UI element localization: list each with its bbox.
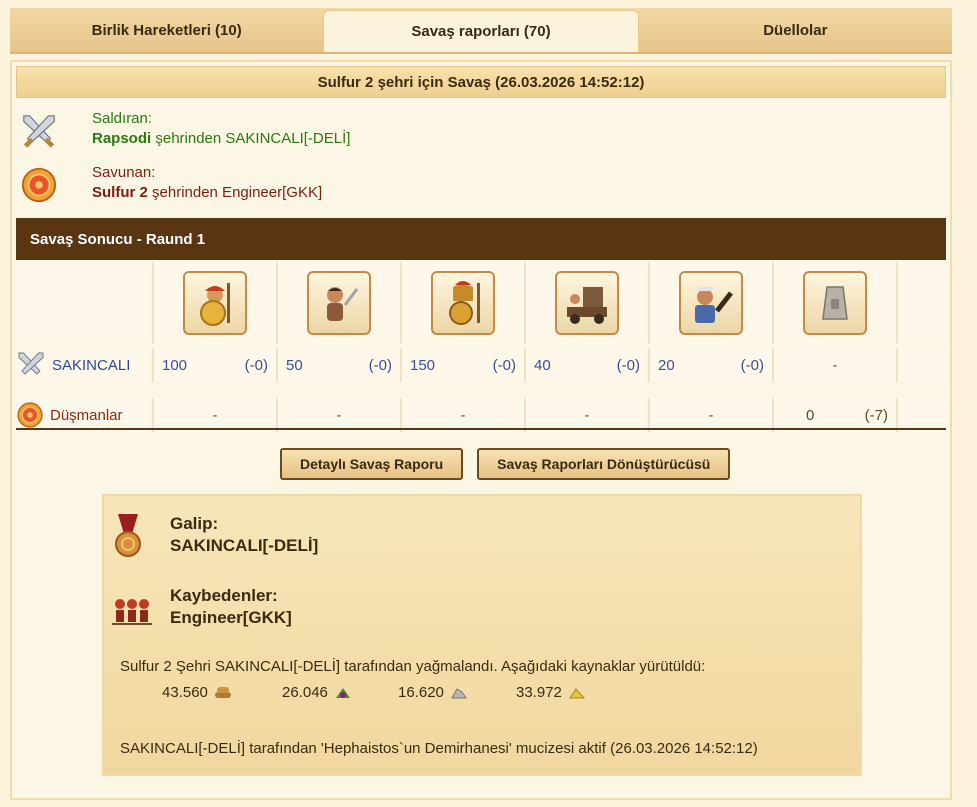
attacker-info: Saldıran: Rapsodi şehrinden SAKINCALI[-D… — [20, 110, 620, 150]
shield-icon — [21, 167, 57, 203]
defender-player[interactable]: şehrinden Engineer[GKK] — [148, 184, 322, 201]
crossed-swords-icon — [18, 352, 44, 375]
enemy-units-row: Düşmanlar - - - - - 0 (-7) — [16, 398, 946, 432]
crossed-swords-icon — [23, 115, 55, 148]
unit-count-cell: 40 (-0) — [526, 348, 650, 382]
attacker-city[interactable]: Rapsodi — [92, 130, 151, 147]
unit-count-cell: 20 (-0) — [650, 348, 774, 382]
tab-battle-reports[interactable]: Savaş raporları (70) — [323, 10, 639, 52]
loot-text: Sulfur 2 Şehri SAKINCALI[-DELİ] tarafınd… — [120, 658, 706, 675]
shield-icon — [17, 402, 43, 428]
wonder-text: SAKINCALI[-DELİ] tarafından 'Hephaistos`… — [120, 740, 758, 757]
marble-icon — [451, 687, 467, 698]
wood-icon — [214, 686, 231, 698]
unit-count-cell: - — [278, 398, 402, 432]
enemy-name: Düşmanlar — [50, 406, 123, 424]
battle-summary: Galip: SAKINCALI[-DELİ] Kaybedenler: Eng… — [102, 494, 862, 776]
losers-label: Kaybedenler: — [170, 586, 278, 605]
report-buttons: Detaylı Savaş Raporu Savaş Raporları Dön… — [280, 448, 731, 480]
defender-city[interactable]: Sulfur 2 — [92, 184, 148, 201]
unit-count-cell: 50 (-0) — [278, 348, 402, 382]
unit-icon-row — [16, 262, 946, 344]
attacker-name[interactable]: SAKINCALI — [52, 357, 130, 374]
spartan-icon[interactable] — [431, 271, 495, 335]
attacker-line: Rapsodi şehrinden SAKINCALI[-DELİ] — [92, 130, 350, 147]
detailed-report-button[interactable]: Detaylı Savaş Raporu — [280, 448, 464, 480]
defeated-soldiers-icon — [112, 599, 152, 625]
battle-title: Sulfur 2 şehri için Savaş (26.03.2026 14… — [16, 66, 946, 98]
unit-count-cell: - — [650, 398, 774, 432]
resource-item: 16.620 — [398, 684, 468, 701]
defender-info: Savunan: Sulfur 2 şehrinden Engineer[GKK… — [20, 164, 620, 204]
resource-item: 43.560 — [162, 684, 232, 701]
unit-count-cell: - — [402, 398, 526, 432]
unit-table: SAKINCALI 100 (-0) 50 (-0) 150 (-0) 40 (-0) … — [16, 262, 946, 432]
medal-icon — [115, 514, 141, 557]
attacker-player[interactable]: şehrinden SAKINCALI[-DELİ] — [151, 130, 350, 147]
unit-count-cell: 100 (-0) — [154, 348, 278, 382]
resource-item: 33.972 — [516, 684, 586, 701]
defender-line: Sulfur 2 şehrinden Engineer[GKK] — [92, 184, 322, 201]
divider — [16, 428, 946, 430]
slinger-icon[interactable] — [307, 271, 371, 335]
resource-item: 26.046 — [282, 684, 352, 701]
attacker-units-row: SAKINCALI 100 (-0) 50 (-0) 150 (-0) 40 (-0) … — [16, 348, 946, 382]
engineer-icon[interactable] — [679, 271, 743, 335]
tab-bar: Birlik Hareketleri (10) Savaş raporları … — [10, 8, 952, 54]
unit-count-cell: 150 (-0) — [402, 348, 526, 382]
winner-name[interactable]: SAKINCALI[-DELİ] — [170, 536, 318, 556]
defender-label: Savunan: — [92, 164, 156, 181]
losers-name[interactable]: Engineer[GKK] — [170, 608, 292, 628]
ram-icon[interactable] — [555, 271, 619, 335]
hoplite-icon[interactable] — [183, 271, 247, 335]
winner-label: Galip: — [170, 514, 219, 533]
tab-troop-movements[interactable]: Birlik Hareketleri (10) — [10, 8, 323, 52]
attacker-label: Saldıran: — [92, 110, 153, 127]
tab-duels[interactable]: Düellolar — [639, 8, 952, 52]
round-header: Savaş Sonucu - Raund 1 — [16, 218, 946, 260]
battle-report-panel: Sulfur 2 şehri için Savaş (26.03.2026 14… — [10, 60, 952, 800]
unit-count-cell: - — [774, 348, 898, 382]
wine-icon — [335, 687, 350, 698]
report-converter-button[interactable]: Savaş Raporları Dönüştürücüsü — [477, 448, 731, 480]
unit-count-cell: - — [526, 398, 650, 432]
unit-count-cell: - — [154, 398, 278, 432]
unit-count-cell: 0 (-7) — [774, 398, 898, 432]
sulfur-icon — [568, 687, 586, 698]
city-wall-icon[interactable] — [803, 271, 867, 335]
